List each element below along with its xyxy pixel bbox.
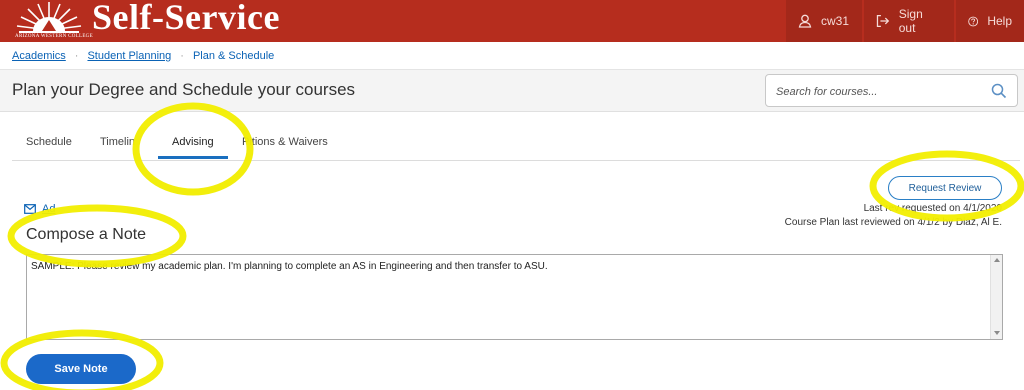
tabs-divider bbox=[12, 160, 1020, 161]
breadcrumb-student-planning[interactable]: Student Planning bbox=[87, 50, 171, 62]
app-title: Self-Service bbox=[92, 0, 280, 37]
page-title-bar: Plan your Degree and Schedule your cours… bbox=[0, 70, 1024, 112]
user-name: cw31 bbox=[821, 14, 850, 28]
help-icon bbox=[968, 16, 979, 26]
request-review-button[interactable]: Request Review bbox=[888, 176, 1002, 200]
help-button[interactable]: Help bbox=[956, 0, 1024, 42]
last-reviewed-info: Course Plan last reviewed on 4/1/2 by Di… bbox=[784, 217, 1002, 228]
save-note-button[interactable]: Save Note bbox=[26, 354, 136, 384]
course-search bbox=[765, 74, 1018, 107]
scroll-down-arrow-icon[interactable] bbox=[994, 331, 1000, 335]
envelope-icon bbox=[24, 204, 36, 214]
sign-out-icon bbox=[876, 14, 890, 28]
active-tab-indicator bbox=[158, 156, 228, 159]
breadcrumb-academics[interactable]: Academics bbox=[12, 50, 66, 62]
college-logo[interactable]: ARIZONA WESTERN COLLEGE Self-Service bbox=[14, 0, 314, 42]
tab-schedule[interactable]: Schedule bbox=[26, 136, 72, 148]
tab-timeline[interactable]: Timelin bbox=[100, 136, 135, 148]
search-input[interactable] bbox=[774, 83, 984, 100]
search-icon[interactable] bbox=[991, 83, 1007, 99]
college-name: ARIZONA WESTERN COLLEGE bbox=[15, 34, 93, 39]
user-icon bbox=[798, 14, 812, 28]
top-header: ARIZONA WESTERN COLLEGE Self-Service cw3… bbox=[0, 0, 1024, 42]
note-text: SAMPLE: Please review my academic plan. … bbox=[31, 261, 548, 272]
help-label: Help bbox=[987, 14, 1012, 28]
plan-tabs: Schedule Timelin Advising Pitions & Waiv… bbox=[0, 130, 1024, 160]
tab-petitions-waivers[interactable]: Pitions & Waivers bbox=[242, 136, 328, 148]
breadcrumb-plan-schedule[interactable]: Plan & Schedule bbox=[193, 50, 274, 62]
sign-out-label: Sign out bbox=[898, 7, 923, 35]
sign-out-button[interactable]: Sign out bbox=[864, 0, 954, 42]
breadcrumb: Academics · Student Planning · Plan & Sc… bbox=[0, 42, 1024, 70]
tab-advising[interactable]: Advising bbox=[172, 136, 214, 148]
scroll-up-arrow-icon[interactable] bbox=[994, 258, 1000, 262]
breadcrumb-separator: · bbox=[74, 49, 79, 62]
note-scrollbar[interactable] bbox=[990, 255, 1002, 339]
last-review-requested: Last rev requested on 4/1/2020 bbox=[863, 203, 1002, 214]
advisors-link[interactable]: Ad bbox=[24, 203, 55, 215]
user-menu-button[interactable]: cw31 bbox=[786, 0, 862, 42]
page-title: Plan your Degree and Schedule your cours… bbox=[12, 80, 356, 99]
breadcrumb-separator: · bbox=[180, 49, 184, 62]
advisors-label: Ad bbox=[42, 203, 56, 215]
compose-note-heading: Compose a Note bbox=[26, 226, 147, 243]
note-textarea[interactable]: SAMPLE: Please review my academic plan. … bbox=[26, 254, 1003, 340]
